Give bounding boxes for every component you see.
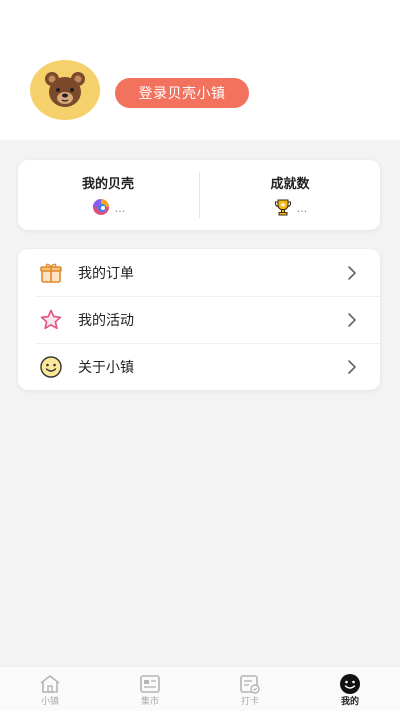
tab-market-label: 集市 [140,697,159,707]
menu-item-orders-label: 我的订单 [78,266,134,282]
tab-checkin[interactable]: 打卡 [200,667,300,711]
profile-header: 登录贝壳小镇 [0,0,400,140]
menu-card: 我的订单 我的活动 关于小镇 [18,249,380,390]
stats-card: 我的贝壳 ... 成就数 ... [18,160,380,230]
stat-shells-value: ... [114,201,126,215]
gift-box-icon [40,263,62,283]
tab-town-label: 小镇 [40,697,59,707]
star-icon [40,309,62,330]
chevron-right-icon [348,266,356,280]
stat-shells[interactable]: 我的贝壳 ... [18,160,198,230]
home-icon [40,675,60,693]
stat-achievements-label: 成就数 [270,177,310,192]
login-button[interactable]: 登录贝壳小镇 [115,78,249,108]
market-icon [140,675,160,693]
bear-avatar[interactable] [30,60,100,120]
bottom-tab-bar: 小镇 集市 打卡 我的 [0,666,400,711]
bear-icon [45,72,85,107]
stat-achievements-value: ... [296,201,308,215]
menu-item-about-label: 关于小镇 [78,360,134,376]
tab-checkin-label: 打卡 [240,697,259,707]
menu-item-orders[interactable]: 我的订单 [18,249,380,296]
tab-profile-label: 我的 [340,697,359,707]
chevron-right-icon [348,313,356,327]
menu-item-about[interactable]: 关于小镇 [18,343,380,390]
smiley-icon [40,356,62,378]
shell-icon [92,199,109,215]
menu-item-activities-label: 我的活动 [78,313,134,329]
chevron-right-icon [348,360,356,374]
tab-town[interactable]: 小镇 [0,667,100,711]
profile-icon [340,674,360,694]
stat-shells-label: 我的贝壳 [81,177,134,192]
menu-item-activities[interactable]: 我的活动 [18,296,380,343]
tab-profile[interactable]: 我的 [300,667,400,711]
trophy-icon [274,199,291,216]
stat-achievements[interactable]: 成就数 ... [200,160,380,230]
checkin-icon [240,675,260,694]
tab-market[interactable]: 集市 [100,667,200,711]
